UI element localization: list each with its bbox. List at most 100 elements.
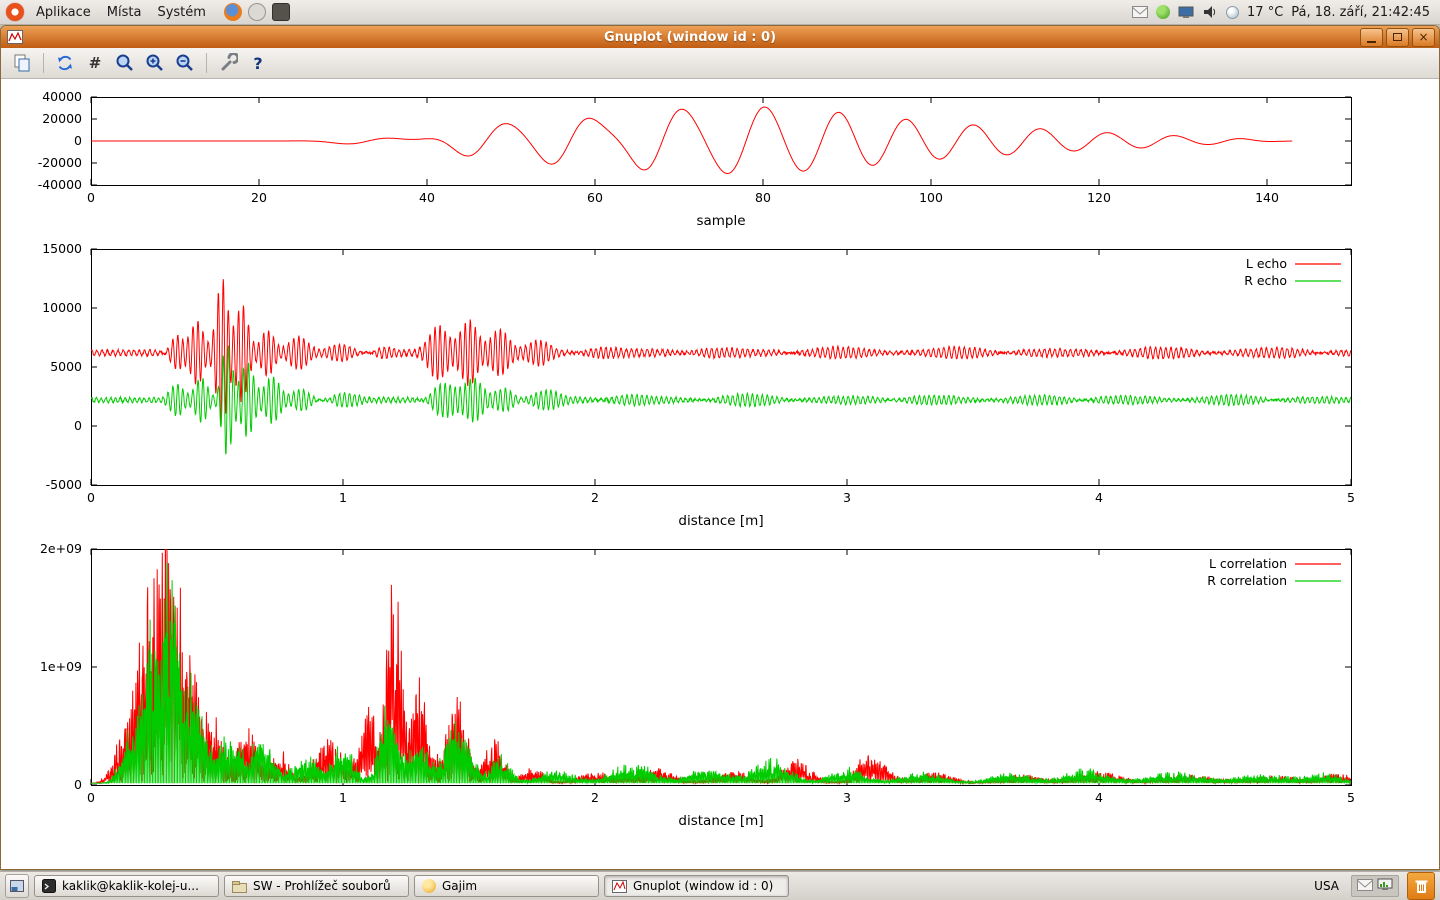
y-tick-label: 0 <box>74 777 82 792</box>
zoom-icon[interactable] <box>112 51 138 75</box>
toolbar-separator <box>206 53 207 73</box>
x-axis-label: distance [m] <box>678 513 763 529</box>
firefox-icon[interactable] <box>224 3 242 21</box>
menu-system[interactable]: Systém <box>149 3 213 22</box>
chart-echo[interactable]: 012345-5000050001000015000distance [m]L … <box>1 237 1439 537</box>
mail-client-icon[interactable] <box>272 3 290 21</box>
close-button[interactable]: × <box>1412 28 1435 47</box>
y-tick-label: 10000 <box>42 300 82 315</box>
grid-icon[interactable]: # <box>82 51 108 75</box>
x-tick-label: 60 <box>587 190 603 205</box>
x-tick-label: 0 <box>87 490 95 505</box>
y-tick-label: 0 <box>74 418 82 433</box>
update-icon[interactable] <box>1156 5 1170 19</box>
gnuplot-window: Gnuplot (window id : 0) × # <box>0 25 1440 870</box>
legend-label: L correlation <box>1209 556 1287 571</box>
task-3[interactable]: Gnuplot (window id : 0) <box>604 875 789 897</box>
legend-label: L echo <box>1246 256 1287 271</box>
gnuplot-window-icon <box>7 30 23 44</box>
x-tick-label: 120 <box>1087 190 1111 205</box>
x-tick-label: 20 <box>251 190 267 205</box>
x-tick-label: 4 <box>1095 790 1103 805</box>
menu-aplikace[interactable]: Aplikace <box>28 3 99 22</box>
weather-icon[interactable] <box>1226 6 1239 19</box>
x-tick-label: 2 <box>591 490 599 505</box>
series-L correlation <box>91 537 1351 783</box>
window-title: Gnuplot (window id : 0) <box>23 30 1357 45</box>
toolbar: # ? <box>1 48 1439 79</box>
desktop-root: Aplikace Místa Systém 17 °C Pá, 18. září… <box>0 0 1440 900</box>
plot-area[interactable]: 020406080100120140-40000-200000200004000… <box>1 79 1439 837</box>
titlebar[interactable]: Gnuplot (window id : 0) × <box>1 26 1439 48</box>
y-tick-label: 20000 <box>42 111 82 126</box>
copy-icon[interactable] <box>9 51 35 75</box>
temperature-label: 17 °C <box>1247 5 1283 20</box>
legend-label: R echo <box>1244 273 1287 288</box>
chart-correlation[interactable]: 01234501e+092e+09distance [m]L correlati… <box>1 537 1439 837</box>
display-icon[interactable] <box>1178 6 1194 19</box>
y-tick-label: 2e+09 <box>40 541 82 556</box>
plot-frame <box>92 250 1352 486</box>
x-tick-label: 3 <box>843 490 851 505</box>
terminal-icon <box>42 879 56 893</box>
task-label: kaklik@kaklik-kolej-u... <box>62 879 199 893</box>
task-2[interactable]: Gajim <box>414 875 599 897</box>
x-tick-label: 0 <box>87 790 95 805</box>
legend-label: R correlation <box>1207 573 1287 588</box>
task-0[interactable]: kaklik@kaklik-kolej-u... <box>34 875 219 897</box>
y-tick-label: -20000 <box>38 155 82 170</box>
x-tick-label: 0 <box>87 190 95 205</box>
mail-icon[interactable] <box>1132 6 1148 18</box>
x-tick-label: 3 <box>843 790 851 805</box>
keyboard-layout-indicator[interactable]: USA <box>1310 879 1343 893</box>
x-tick-label: 5 <box>1347 790 1355 805</box>
trash-icon[interactable] <box>1407 872 1435 900</box>
maximize-button[interactable] <box>1386 28 1409 47</box>
launcher-bar <box>224 3 290 21</box>
minimize-button[interactable] <box>1360 28 1383 47</box>
series-R echo <box>91 345 1351 453</box>
y-tick-label: 5000 <box>50 359 82 374</box>
task-label: Gajim <box>442 879 477 893</box>
taskbar-tray: USA <box>1310 872 1435 900</box>
y-tick-label: -5000 <box>46 477 82 492</box>
chart-signal[interactable]: 0 20 40 60 80 100 120 140 -40000 -20000 0 20000 4000… <box>1 85 1439 237</box>
x-axis-label: sample <box>696 213 745 229</box>
clock-label[interactable]: Pá, 18. září, 21:42:45 <box>1291 5 1430 20</box>
monitor-icon[interactable] <box>1377 878 1393 894</box>
gajim-icon <box>422 879 436 893</box>
file-manager-icon <box>232 880 247 893</box>
x-tick-label: 4 <box>1095 490 1103 505</box>
toolbar-separator <box>43 53 44 73</box>
help-icon[interactable]: ? <box>245 51 271 75</box>
gnuplot-icon <box>612 880 627 893</box>
y-tick-label: 1e+09 <box>40 659 82 674</box>
y-tick-label: -40000 <box>38 177 82 192</box>
task-1[interactable]: SW - Prohlížeč souborů <box>224 875 409 897</box>
x-tick-label: 1 <box>339 790 347 805</box>
refresh-icon[interactable] <box>52 51 78 75</box>
x-tick-label: 80 <box>755 190 771 205</box>
system-tray: 17 °C Pá, 18. září, 21:42:45 <box>1132 5 1436 20</box>
x-tick-label: 100 <box>919 190 943 205</box>
zoom-out-icon[interactable] <box>172 51 198 75</box>
x-tick-label: 140 <box>1255 190 1279 205</box>
x-tick-label: 1 <box>339 490 347 505</box>
show-desktop-icon[interactable] <box>5 874 29 898</box>
taskbar: kaklik@kaklik-kolej-u... SW - Prohlížeč … <box>0 871 1440 900</box>
mail-notification-icon[interactable] <box>1357 879 1373 894</box>
task-label: SW - Prohlížeč souborů <box>253 879 391 893</box>
config-icon[interactable] <box>215 51 241 75</box>
zoom-in-icon[interactable] <box>142 51 168 75</box>
plot-frame <box>92 550 1352 786</box>
series-signal <box>91 107 1292 174</box>
menu-mista[interactable]: Místa <box>99 3 150 22</box>
notification-area <box>1351 875 1399 897</box>
x-tick-label: 40 <box>419 190 435 205</box>
distro-logo-icon[interactable] <box>6 3 24 21</box>
volume-icon[interactable] <box>1202 5 1218 19</box>
y-tick-label: 40000 <box>42 89 82 104</box>
x-tick-label: 2 <box>591 790 599 805</box>
y-tick-label: 0 <box>74 133 82 148</box>
help-icon[interactable] <box>248 3 266 21</box>
